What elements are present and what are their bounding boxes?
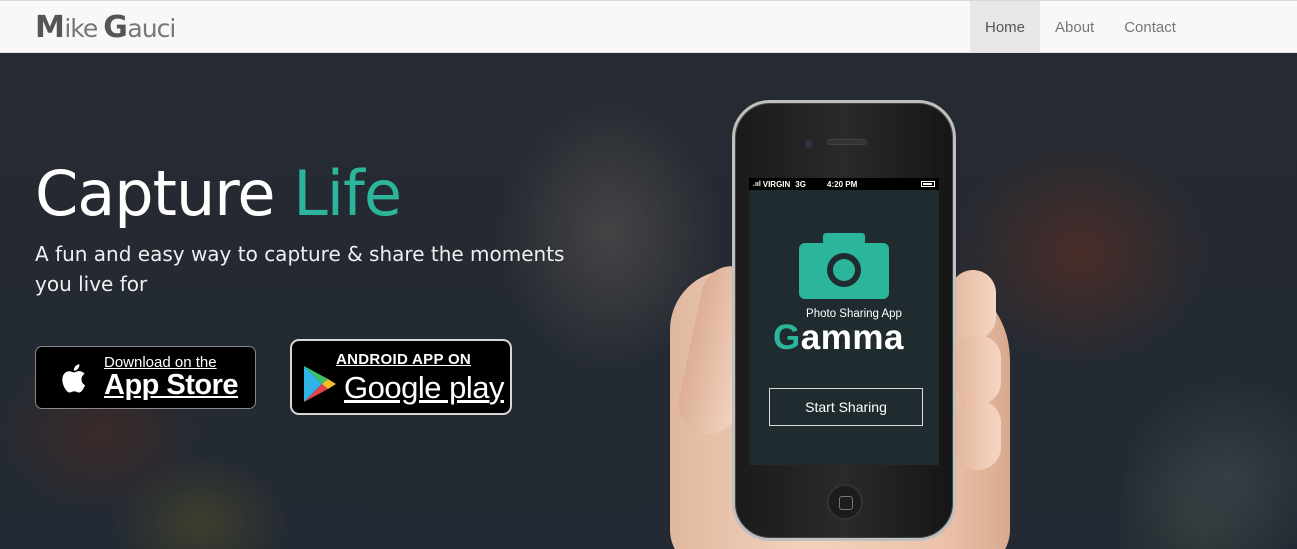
nav-link-home[interactable]: Home xyxy=(970,1,1041,53)
brand-first-rest: ike xyxy=(64,14,98,43)
brand-logo[interactable]: M ike G auci xyxy=(35,10,176,45)
appstore-big-text: App Store xyxy=(104,369,239,401)
phone-home-button xyxy=(827,484,863,520)
signal-icon: .ııl xyxy=(753,180,763,188)
start-sharing-button[interactable]: Start Sharing xyxy=(769,388,923,426)
network-label: 3G xyxy=(795,179,806,189)
app-store-badge[interactable]: Download on the App Store xyxy=(35,346,256,409)
apple-icon xyxy=(62,363,85,393)
camera-icon xyxy=(799,233,889,299)
app-name-rest: amma xyxy=(800,318,904,357)
brand-last-rest: auci xyxy=(127,14,176,43)
phone-screen: .ııl VIRGIN 3G 4:20 PM Photo Sharing App… xyxy=(749,178,939,465)
finger-1 xyxy=(950,270,996,340)
nav-links: Home About Contact xyxy=(970,1,1191,53)
phone-mockup: .ııl VIRGIN 3G 4:20 PM Photo Sharing App… xyxy=(650,100,1020,549)
phone-device: .ııl VIRGIN 3G 4:20 PM Photo Sharing App… xyxy=(732,100,956,541)
hero-subtitle: A fun and easy way to capture & share th… xyxy=(35,242,565,296)
carrier-label: VIRGIN xyxy=(762,179,791,189)
brand-first-initial: M xyxy=(35,10,65,45)
phone-speaker xyxy=(827,139,867,145)
phone-status-bar: .ııl VIRGIN 3G 4:20 PM xyxy=(749,178,939,190)
battery-icon xyxy=(921,181,935,187)
finger-2 xyxy=(955,335,1001,405)
finger-3 xyxy=(955,400,1001,470)
headline-main: Capture xyxy=(35,157,276,230)
nav-link-contact[interactable]: Contact xyxy=(1109,1,1191,53)
front-camera xyxy=(805,140,813,148)
headline-accent: Life xyxy=(293,157,402,230)
brand-last-initial: G xyxy=(103,10,128,45)
navbar: M ike G auci Home About Contact xyxy=(0,0,1297,53)
hero-section: Capture Life A fun and easy way to captu… xyxy=(0,53,1297,549)
app-name-initial: G xyxy=(773,318,801,357)
status-time: 4:20 PM xyxy=(827,179,858,189)
hero-headline: Capture Life xyxy=(35,157,402,230)
app-name: Gamma xyxy=(773,318,904,358)
appstore-small-text: Download on the xyxy=(104,354,217,371)
googleplay-small-text: ANDROID APP ON xyxy=(336,350,472,368)
google-play-badge[interactable]: ANDROID APP ON Google play xyxy=(290,339,512,415)
nav-link-about[interactable]: About xyxy=(1040,1,1109,53)
googleplay-big-text: Google play xyxy=(344,369,504,405)
